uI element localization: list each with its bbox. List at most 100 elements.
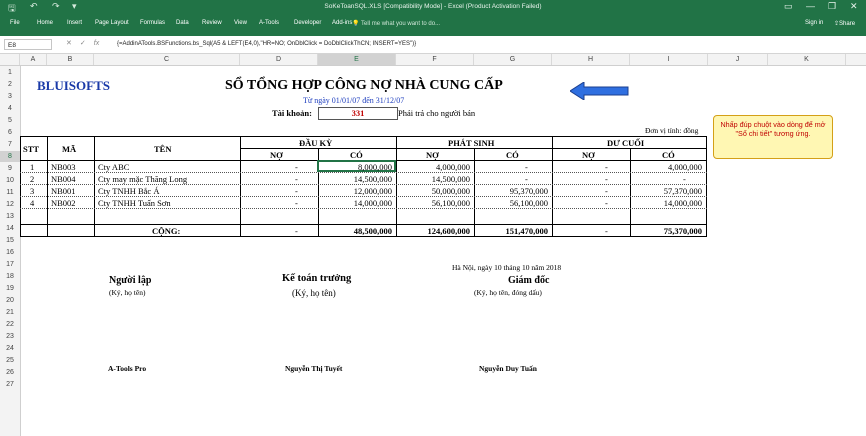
row-dk-no: - — [295, 162, 298, 172]
row-header-20[interactable]: 20 — [0, 295, 20, 306]
row-header-26[interactable]: 26 — [0, 367, 20, 378]
row-header-17[interactable]: 17 — [0, 259, 20, 270]
close-button[interactable]: ✕ — [850, 1, 858, 12]
select-all-button[interactable] — [0, 54, 20, 65]
row-ps-no: 14,500,000 — [431, 174, 470, 184]
header-du-cuoi: DƯ CUỐI — [607, 138, 645, 148]
row-ma: NB003 — [51, 162, 76, 172]
row-header-2[interactable]: 2 — [0, 79, 20, 90]
col-header-k[interactable]: K — [768, 54, 846, 65]
row-ps-co: 95,370,000 — [509, 186, 548, 196]
restore-button[interactable]: ❐ — [828, 1, 836, 12]
row-ma: NB004 — [51, 174, 76, 184]
row-ps-no: 50,000,000 — [431, 186, 470, 196]
report-period: Từ ngày 01/01/07 đến 31/12/07 — [303, 96, 405, 105]
row-header-4[interactable]: 4 — [0, 103, 20, 114]
enter-icon[interactable]: ✓ — [80, 40, 86, 47]
row-header-11[interactable]: 11 — [0, 187, 20, 198]
col-header-e[interactable]: E — [318, 54, 396, 65]
col-header-g[interactable]: G — [474, 54, 552, 65]
row-dc-no: - — [605, 186, 608, 196]
row-header-22[interactable]: 22 — [0, 319, 20, 330]
tab-a-tools[interactable]: A-Tools — [259, 20, 279, 26]
col-header-j[interactable]: J — [708, 54, 768, 65]
row-stt: 3 — [30, 186, 35, 196]
col-header-f[interactable]: F — [396, 54, 474, 65]
row-header-3[interactable]: 3 — [0, 91, 20, 102]
row-dk-co: 8,000,000 — [358, 162, 392, 172]
tab-formulas[interactable]: Formulas — [140, 20, 165, 26]
row-header-21[interactable]: 21 — [0, 307, 20, 318]
row-header-9[interactable]: 9 — [0, 163, 20, 174]
row-header-14[interactable]: 14 — [0, 223, 20, 234]
row-header-13[interactable]: 13 — [0, 211, 20, 222]
row-header-27[interactable]: 27 — [0, 379, 20, 390]
account-input[interactable]: 331 — [318, 107, 398, 120]
row-header-16[interactable]: 16 — [0, 247, 20, 258]
col-header-h[interactable]: H — [552, 54, 630, 65]
col-header-c[interactable]: C — [94, 54, 240, 65]
company-logo: BLUISOFTS — [37, 78, 110, 93]
row-ps-co: - — [525, 174, 528, 184]
tab-developer[interactable]: Developer — [294, 20, 321, 26]
row-ten: Cty may mặc Thăng Long — [98, 174, 188, 184]
insert-function-icon[interactable]: fx — [94, 40, 99, 47]
tab-view[interactable]: View — [234, 20, 247, 26]
row-header-10[interactable]: 10 — [0, 175, 20, 186]
name-box[interactable]: E8 — [4, 39, 52, 50]
tab-page-layout[interactable]: Page Layout — [95, 20, 129, 26]
row-ps-no: 56,100,000 — [431, 198, 470, 208]
row-header-23[interactable]: 23 — [0, 331, 20, 342]
minimize-button[interactable]: — — [806, 1, 815, 11]
row-header-6[interactable]: 6 — [0, 127, 20, 138]
row-header-19[interactable]: 19 — [0, 283, 20, 294]
tab-add-ins[interactable]: Add-ins — [332, 20, 352, 26]
row-dk-no: - — [295, 174, 298, 184]
header-ps-no: NỢ — [426, 150, 439, 160]
tab-insert[interactable]: Insert — [67, 20, 82, 26]
cancel-icon[interactable]: ✕ — [66, 40, 72, 47]
header-dc-no: NỢ — [582, 150, 595, 160]
row-header-18[interactable]: 18 — [0, 271, 20, 282]
header-dk-co: CÓ — [350, 150, 363, 160]
total-dc-co: 75,370,000 — [663, 226, 702, 236]
row-header-15[interactable]: 15 — [0, 235, 20, 246]
ribbon-display-icon[interactable]: ▭ — [784, 1, 793, 12]
row-header-5[interactable]: 5 — [0, 115, 20, 126]
arrow-left-icon — [570, 82, 629, 100]
row-header-24[interactable]: 24 — [0, 343, 20, 354]
row-header-7[interactable]: 7 — [0, 139, 20, 150]
row-ma: NB001 — [51, 186, 76, 196]
col-header-a[interactable]: A — [20, 54, 47, 65]
date-line: Hà Nội, ngày 10 tháng 10 năm 2018 — [452, 263, 562, 272]
tell-me-text: Tell me what you want to do... — [361, 21, 441, 27]
lightbulb-icon: 💡 — [352, 21, 362, 27]
row-ten: Cty TNHH Tuấn Sơn — [98, 198, 171, 208]
col-header-i[interactable]: I — [630, 54, 708, 65]
tab-data[interactable]: Data — [176, 20, 189, 26]
tab-home[interactable]: Home — [37, 20, 53, 26]
row-dk-co: 14,500,000 — [353, 174, 392, 184]
col-header-b[interactable]: B — [47, 54, 94, 65]
row-header-1[interactable]: 1 — [0, 67, 20, 78]
tab-review[interactable]: Review — [202, 20, 222, 26]
row-header-25[interactable]: 25 — [0, 355, 20, 366]
tell-me-box[interactable]: 💡 Tell me what you want to do... — [352, 20, 440, 27]
row-stt: 2 — [30, 174, 35, 184]
share-button[interactable]: ⇪Share — [834, 20, 855, 27]
row-header-8[interactable]: 8 — [0, 151, 20, 162]
note-callout: Nhấp đúp chuột vào dòng để mở "Sổ chi ti… — [713, 115, 833, 159]
col-header-d[interactable]: D — [240, 54, 318, 65]
total-ps-co: 151,470,000 — [505, 226, 549, 236]
header-dau-ky: ĐẦU KỲ — [299, 138, 333, 148]
formula-input[interactable]: {=AddinATools.BSFunctions.bs_Sql(A5 & LE… — [117, 39, 416, 50]
row-dk-no: - — [295, 186, 298, 196]
tab-file[interactable]: File — [10, 20, 20, 26]
row-stt: 1 — [30, 162, 35, 172]
signer-1-sub: (Ký, họ tên) — [109, 288, 146, 297]
signer-2-sub: (Ký, họ tên) — [292, 288, 336, 298]
sign-in-link[interactable]: Sign in — [805, 20, 823, 26]
report-title: SỔ TỔNG HỢP CÔNG NỢ NHÀ CUNG CẤP — [225, 78, 503, 93]
window-title: SoKeToanSQL.XLS [Compatibility Mode] - E… — [324, 3, 542, 10]
row-header-12[interactable]: 12 — [0, 199, 20, 210]
